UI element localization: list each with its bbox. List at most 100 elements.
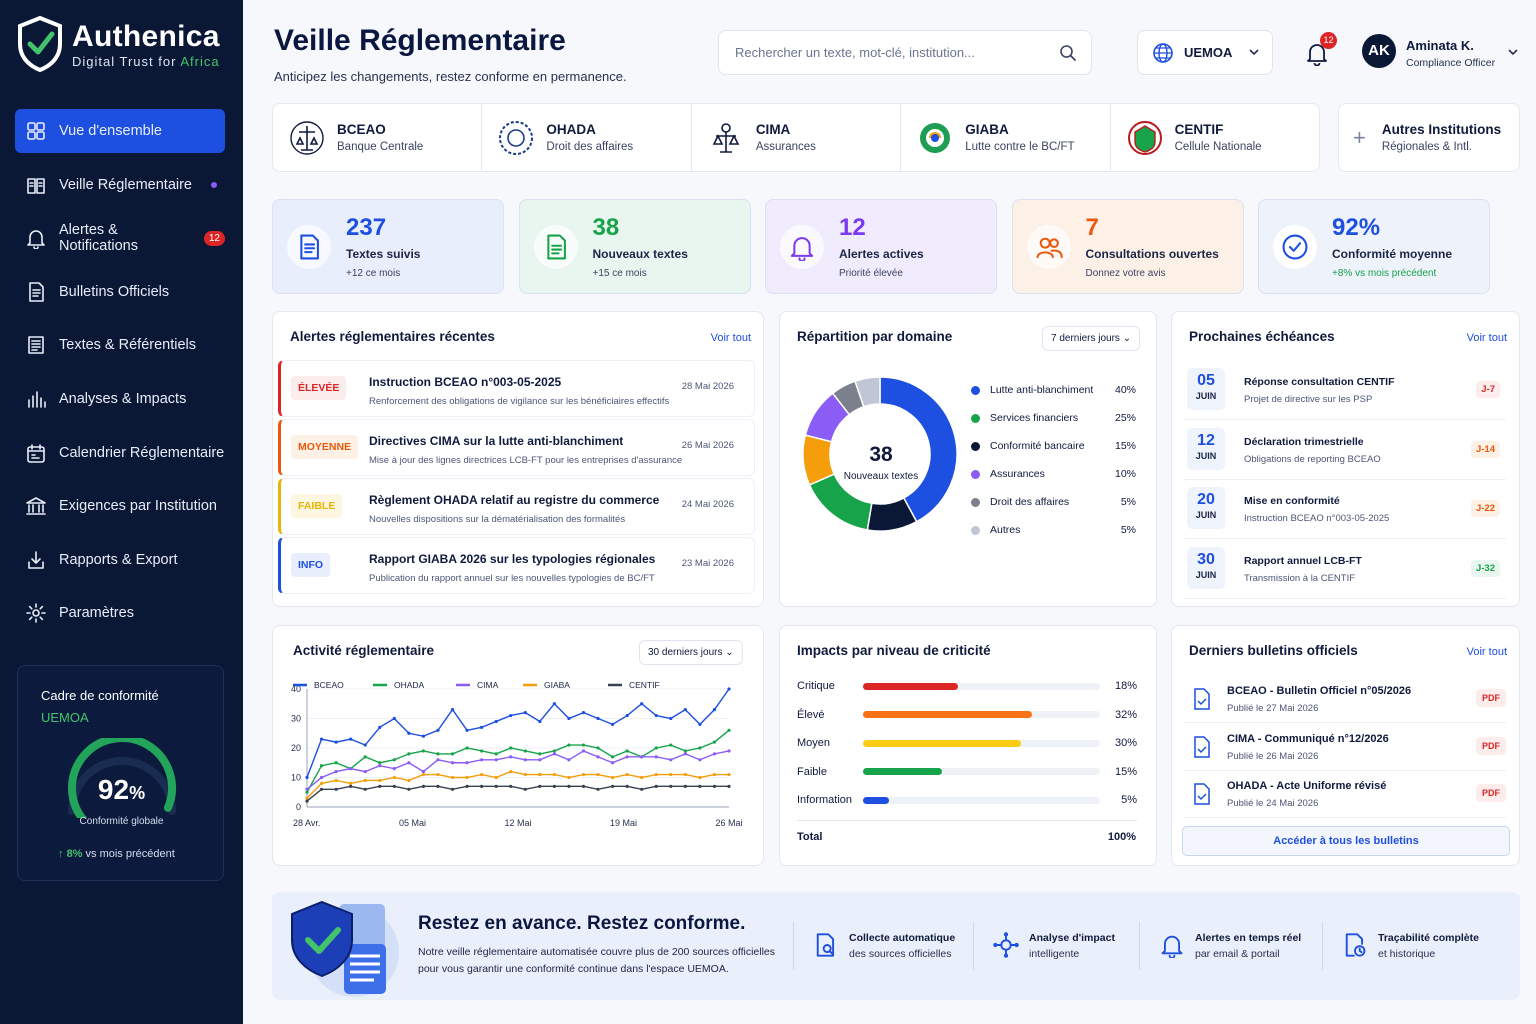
data-point <box>523 787 527 791</box>
institution-cima[interactable]: CIMA Assurances <box>692 104 902 171</box>
bulletin-title: BCEAO - Bulletin Officiel n°05/2026 <box>1227 685 1412 697</box>
kpi-value: 237 <box>346 214 387 241</box>
criticality-value: 5% <box>1121 794 1137 806</box>
chevron-down-icon[interactable] <box>1507 46 1519 58</box>
region-selector[interactable]: UEMOA <box>1137 30 1273 75</box>
alert-date: 28 Mai 2026 <box>681 381 734 392</box>
sidebar-item-0[interactable]: Vue d'ensemble <box>15 109 225 153</box>
institution-desc: Lutte contre le BC/FT <box>965 141 1075 153</box>
data-point <box>698 784 702 788</box>
data-point <box>538 772 542 777</box>
pdf-badge[interactable]: PDF <box>1476 689 1506 707</box>
deadline-date: 20 JUIN <box>1187 487 1225 529</box>
sidebar-item-1[interactable]: Veille Réglementaire <box>15 163 225 207</box>
plus-icon: + <box>1353 124 1366 150</box>
deadline-desc: Transmission à la CENTIF <box>1244 572 1356 584</box>
kpi-value: 92% <box>1332 214 1381 241</box>
pdf-badge[interactable]: PDF <box>1476 784 1506 802</box>
legend-swatch <box>971 413 980 423</box>
all-bulletins-button[interactable]: Accéder à tous les bulletins <box>1182 826 1510 856</box>
sidebar-item-8[interactable]: Rapports & Export <box>15 538 225 582</box>
deadline-item[interactable]: 05 JUIN Réponse consultation CENTIF Projet … <box>1184 362 1506 420</box>
data-point <box>436 772 440 777</box>
institution-centif[interactable]: CENTIF Cellule Nationale <box>1111 104 1319 171</box>
data-point <box>450 775 455 780</box>
bulletin-title: CIMA - Communiqué n°12/2026 <box>1227 732 1389 745</box>
banner-title: Restez en avance. Restez conforme. <box>418 913 746 934</box>
data-point <box>669 716 673 721</box>
sidebar-item-4[interactable]: Textes & Référentiels <box>15 323 225 367</box>
kpi-card[interactable]: 38 Nouveaux textes +15 ce mois <box>518 199 751 294</box>
deadline-item[interactable]: 12 JUIN Déclaration trimestrielle Obligatio… <box>1184 422 1506 480</box>
data-point <box>683 708 687 712</box>
institution-ohada[interactable]: OHADA Droit des affaires <box>482 104 692 171</box>
view-all-link[interactable]: Voir tout <box>1467 332 1507 344</box>
bulletin-item[interactable]: OHADA - Acte Uniforme révisé Publié le 24… <box>1184 771 1506 818</box>
kpi-icon-wrap <box>1026 225 1071 269</box>
data-point <box>625 755 629 759</box>
severity-badge: ÉLEVÉE <box>291 376 347 400</box>
countdown-badge: J-7 <box>1476 381 1500 398</box>
file-icon <box>1192 735 1212 763</box>
severity-badge: MOYENNE <box>291 435 359 459</box>
alert-item[interactable]: ÉLEVÉE Instruction BCEAO n°003-05-2025 Ren… <box>278 360 755 417</box>
user-avatar[interactable]: AK <box>1362 34 1396 68</box>
legend-label: Services financiers <box>990 412 1079 424</box>
cadre-title: Cadre de conformité <box>41 688 159 703</box>
sidebar-item-5[interactable]: Analyses & Impacts <box>15 377 225 421</box>
search-input[interactable]: Rechercher un texte, mot-clé, institutio… <box>718 30 1092 75</box>
view-all-link[interactable]: Voir tout <box>1467 646 1507 658</box>
deadline-date: 12 JUIN <box>1187 427 1225 470</box>
deadline-item[interactable]: 20 JUIN Mise en conformité Instruction BCEA… <box>1184 481 1506 539</box>
kpi-card[interactable]: 12 Alertes actives Priorité élevée <box>765 199 997 294</box>
alert-date: 24 Mai 2026 <box>681 499 734 510</box>
institution-name: OHADA <box>546 122 596 137</box>
alert-desc: Publication du rapport annuel sur les no… <box>369 573 655 584</box>
criticality-label: Critique <box>797 680 835 692</box>
book-icon <box>27 177 45 194</box>
kpi-card[interactable]: 237 Textes suivis +12 ce mois <box>272 199 504 294</box>
sidebar-item-9[interactable]: Paramètres <box>15 591 225 635</box>
sidebar-item-3[interactable]: Bulletins Officiels <box>15 270 225 314</box>
sidebar-item-6[interactable]: Calendrier Réglementaire <box>15 431 225 475</box>
period-dropdown[interactable]: 30 derniers jours ⌄ <box>639 640 743 665</box>
data-point <box>581 743 586 747</box>
other-institutions-button[interactable]: + Autres Institutions Régionales & Intl. <box>1338 103 1520 172</box>
data-point <box>712 784 717 788</box>
banner-description: Notre veille réglementaire automatisée c… <box>418 946 775 975</box>
institution-bceao[interactable]: BCEAO Banque Centrale <box>273 104 483 171</box>
y-tick-label: 0 <box>296 802 301 812</box>
bulletin-item[interactable]: CIMA - Communiqué n°12/2026 Publié le 26 … <box>1184 724 1506 771</box>
nav-badge: 12 <box>203 230 225 246</box>
deadline-item[interactable]: 30 JUIN Rapport annuel LCB-FT Transmission … <box>1184 541 1506 599</box>
institution-giaba[interactable]: GIABA Lutte contre le BC/FT <box>901 104 1111 171</box>
data-point <box>654 746 658 750</box>
alert-item[interactable]: MOYENNE Directives CIMA sur la lutte anti… <box>278 419 755 476</box>
legend-item: Assurances 10% <box>971 468 1136 480</box>
x-tick-label: 05 Mai <box>399 818 426 828</box>
bell-icon <box>27 230 45 250</box>
institution-desc: Assurances <box>755 141 816 153</box>
criticality-value: 15% <box>1114 765 1137 778</box>
criticality-track <box>863 739 1100 747</box>
alert-item[interactable]: INFO Rapport GIABA 2026 sur les typologie… <box>278 537 755 594</box>
user-name[interactable]: Aminata K. <box>1406 38 1474 53</box>
period-dropdown[interactable]: 7 derniers jours ⌄ <box>1042 326 1141 351</box>
data-point <box>610 761 615 765</box>
data-point <box>480 784 484 788</box>
pdf-badge[interactable]: PDF <box>1476 736 1506 755</box>
alert-title: Règlement OHADA relatif au registre du c… <box>369 493 660 507</box>
bulletin-item[interactable]: BCEAO - Bulletin Officiel n°05/2026 Publi… <box>1184 676 1506 723</box>
view-all-link[interactable]: Voir tout <box>711 332 751 344</box>
brand-logo[interactable]: Authenica Digital Trust for Africa <box>18 16 220 72</box>
data-point <box>654 713 658 718</box>
sidebar-nav: Vue d'ensemble Veille Réglementaire Alerte… <box>15 109 225 645</box>
data-point <box>319 764 324 768</box>
kpi-card[interactable]: 7 Consultations ouvertes Donnez votre avis <box>1011 199 1244 294</box>
kpi-card[interactable]: 92% Conformité moyenne +8% vs mois précéde… <box>1258 199 1490 294</box>
sidebar-item-2[interactable]: Alertes & Notifications 12 <box>15 216 225 260</box>
sidebar-item-7[interactable]: Exigences par Institution <box>15 484 225 528</box>
alert-item[interactable]: FAIBLE Règlement OHADA relatif au registr… <box>278 478 755 535</box>
data-point <box>436 758 440 762</box>
legend-label: BCEAO <box>314 680 344 690</box>
